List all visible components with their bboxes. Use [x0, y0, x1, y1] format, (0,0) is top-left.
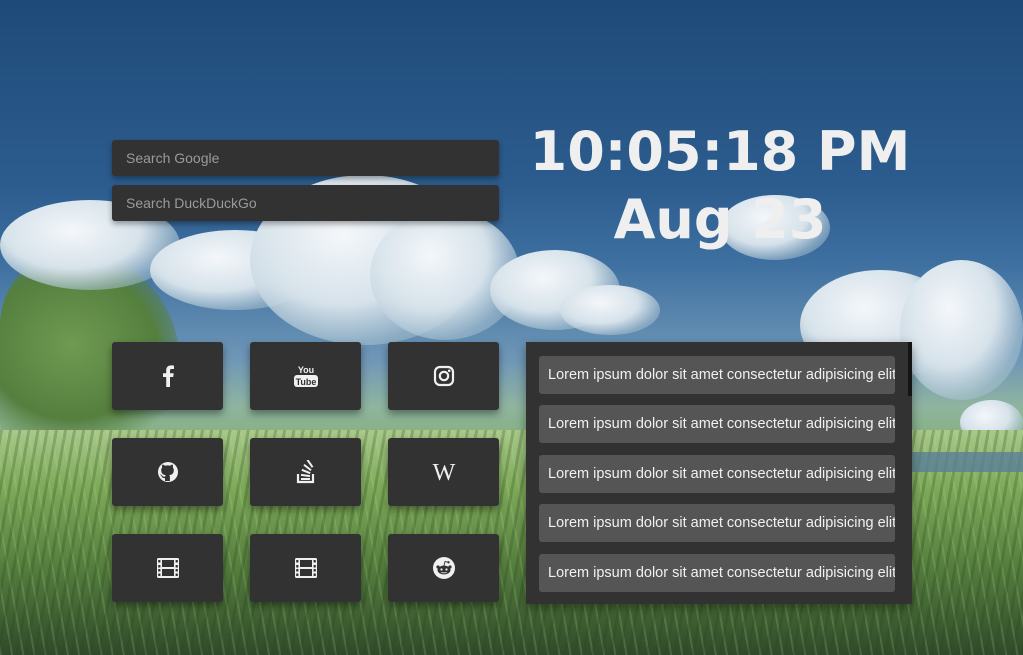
wikipedia-icon: W	[428, 460, 460, 484]
github-icon	[157, 461, 179, 483]
note-item[interactable]: Lorem ipsum dolor sit amet consectetur a…	[539, 356, 895, 394]
reddit-icon	[432, 556, 456, 580]
shortcut-facebook-button[interactable]	[112, 342, 223, 410]
shortcut-film-button-2[interactable]	[250, 534, 361, 602]
youtube-icon-bottom-text: Tube	[295, 377, 316, 387]
note-item[interactable]: Lorem ipsum dolor sit amet consectetur a…	[539, 504, 895, 542]
search-google-input[interactable]	[112, 140, 499, 176]
youtube-icon-top-text: You	[297, 365, 313, 375]
stackoverflow-icon	[296, 460, 316, 484]
notes-scrollbar[interactable]	[908, 342, 912, 396]
note-item[interactable]: Lorem ipsum dolor sit amet consectetur a…	[539, 554, 895, 592]
shortcut-stackoverflow-button[interactable]	[250, 438, 361, 506]
clock-time: 10:05:18 PM	[529, 120, 911, 183]
wallpaper-cloud	[900, 260, 1023, 400]
shortcut-instagram-button[interactable]	[388, 342, 499, 410]
film-icon	[294, 557, 318, 579]
wikipedia-icon-text: W	[432, 460, 455, 484]
note-item[interactable]: Lorem ipsum dolor sit amet consectetur a…	[539, 455, 895, 493]
facebook-icon	[161, 365, 175, 387]
search-duckduckgo-input[interactable]	[112, 185, 499, 221]
wallpaper-cloud	[560, 285, 660, 335]
youtube-icon: You Tube	[293, 364, 319, 388]
shortcut-youtube-button[interactable]: You Tube	[250, 342, 361, 410]
note-item[interactable]: Lorem ipsum dolor sit amet consectetur a…	[539, 405, 895, 443]
shortcut-film-button[interactable]	[112, 534, 223, 602]
shortcut-wikipedia-button[interactable]: W	[388, 438, 499, 506]
clock-date: Aug 23	[613, 188, 827, 251]
film-icon	[156, 557, 180, 579]
shortcut-github-button[interactable]	[112, 438, 223, 506]
shortcut-reddit-button[interactable]	[388, 534, 499, 602]
instagram-icon	[433, 365, 455, 387]
notes-panel: Lorem ipsum dolor sit amet consectetur a…	[526, 342, 912, 604]
